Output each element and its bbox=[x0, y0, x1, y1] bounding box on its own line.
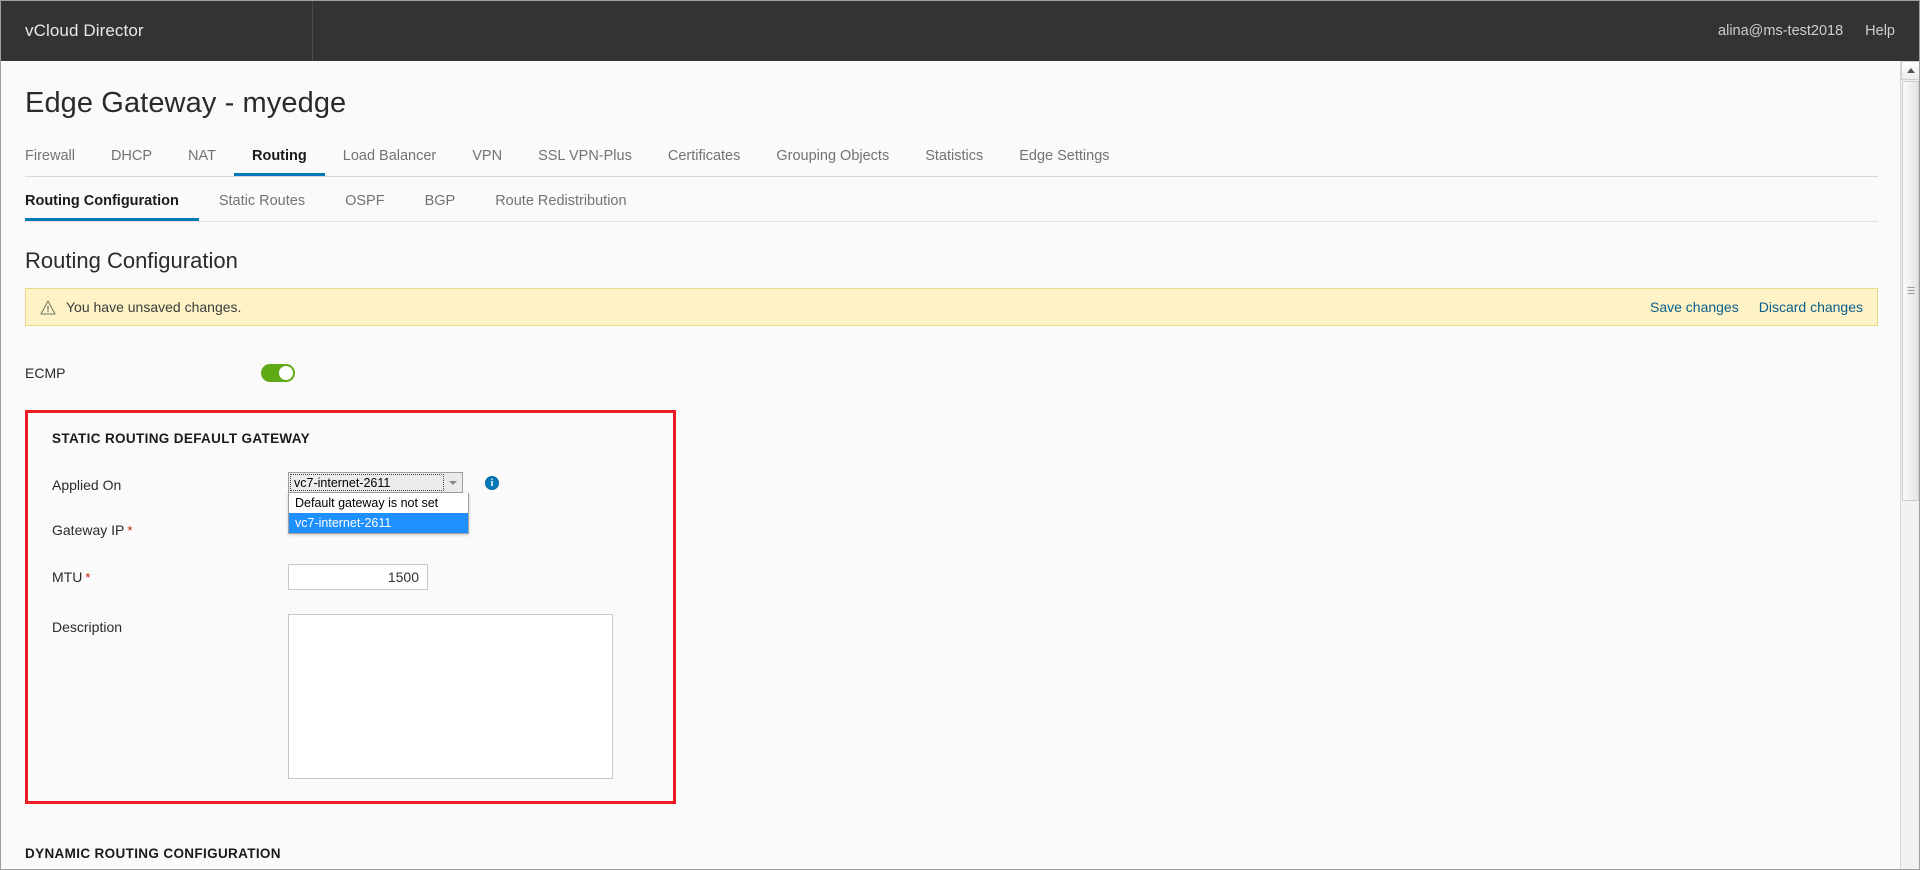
subtab-routing-configuration[interactable]: Routing Configuration bbox=[25, 185, 199, 221]
alert-actions: Save changes Discard changes bbox=[1650, 299, 1863, 315]
applied-on-row: Applied On vc7-internet-2611 Default gat… bbox=[52, 472, 673, 534]
info-circle-icon[interactable]: i bbox=[485, 476, 499, 490]
tab-routing[interactable]: Routing bbox=[233, 140, 325, 176]
subtab-ospf[interactable]: OSPF bbox=[325, 185, 404, 221]
alert-message: You have unsaved changes. bbox=[66, 299, 242, 315]
dropdown-option-default-not-set[interactable]: Default gateway is not set bbox=[289, 493, 468, 513]
dynamic-routing-heading: DYNAMIC ROUTING CONFIGURATION bbox=[25, 846, 281, 861]
tab-dhcp[interactable]: DHCP bbox=[93, 140, 170, 176]
static-gateway-heading: STATIC ROUTING DEFAULT GATEWAY bbox=[52, 431, 310, 446]
ecmp-label: ECMP bbox=[25, 365, 66, 381]
scrollbar-thumb[interactable] bbox=[1902, 81, 1919, 501]
help-link[interactable]: Help bbox=[1865, 23, 1895, 39]
app-header: vCloud Director alina@ms-test2018 Help bbox=[1, 1, 1919, 61]
tab-nat[interactable]: NAT bbox=[170, 140, 234, 176]
required-asterisk: * bbox=[127, 523, 133, 538]
browser-window: vCloud Director alina@ms-test2018 Help E… bbox=[0, 0, 1920, 870]
save-changes-link[interactable]: Save changes bbox=[1650, 299, 1739, 315]
applied-on-dropdown-list: Default gateway is not set vc7-internet-… bbox=[288, 493, 469, 534]
unsaved-changes-alert: You have unsaved changes. Save changes D… bbox=[25, 288, 1878, 326]
subtab-bgp[interactable]: BGP bbox=[405, 185, 476, 221]
dropdown-option-vc7-internet-2611[interactable]: vc7-internet-2611 bbox=[289, 513, 468, 533]
ecmp-toggle-knob bbox=[279, 366, 293, 380]
brand-cell: vCloud Director bbox=[1, 1, 313, 61]
user-account-label[interactable]: alina@ms-test2018 bbox=[1718, 23, 1843, 39]
primary-tab-bar: Firewall DHCP NAT Routing Load Balancer … bbox=[25, 140, 1878, 177]
subtab-route-redistribution[interactable]: Route Redistribution bbox=[475, 185, 646, 221]
tab-grouping-objects[interactable]: Grouping Objects bbox=[758, 140, 907, 176]
secondary-tab-bar: Routing Configuration Static Routes OSPF… bbox=[25, 185, 1878, 222]
page-content: Edge Gateway - myedge Firewall DHCP NAT … bbox=[1, 61, 1902, 869]
required-asterisk: * bbox=[85, 570, 91, 585]
description-textarea[interactable] bbox=[288, 614, 613, 779]
tab-load-balancer[interactable]: Load Balancer bbox=[325, 140, 455, 176]
applied-on-selected-value: vc7-internet-2611 bbox=[294, 475, 391, 490]
gateway-ip-label: Gateway IP * bbox=[52, 517, 288, 538]
mtu-label: MTU * bbox=[52, 564, 288, 585]
tab-vpn[interactable]: VPN bbox=[454, 140, 520, 176]
scroll-up-arrow-icon bbox=[1906, 68, 1915, 73]
applied-on-label: Applied On bbox=[52, 477, 122, 493]
mtu-row: MTU * bbox=[52, 564, 673, 590]
app-title: vCloud Director bbox=[25, 21, 144, 40]
ecmp-row: ECMP bbox=[25, 358, 1878, 388]
tab-firewall[interactable]: Firewall bbox=[25, 140, 93, 176]
scrollbar-grip-icon bbox=[1907, 287, 1914, 295]
mtu-label-text: MTU bbox=[52, 569, 83, 585]
page-title: Edge Gateway - myedge bbox=[25, 87, 347, 119]
alert-message-group: You have unsaved changes. bbox=[40, 299, 241, 315]
ecmp-toggle[interactable] bbox=[261, 364, 295, 382]
section-heading: Routing Configuration bbox=[25, 248, 238, 273]
chevron-down-icon bbox=[449, 480, 457, 485]
warning-triangle-icon bbox=[40, 299, 56, 315]
tab-certificates[interactable]: Certificates bbox=[650, 140, 759, 176]
description-row: Description bbox=[52, 614, 673, 779]
cutoff-content bbox=[25, 863, 445, 869]
scroll-up-button[interactable] bbox=[1901, 61, 1919, 80]
discard-changes-link[interactable]: Discard changes bbox=[1759, 299, 1863, 315]
applied-on-select[interactable]: vc7-internet-2611 bbox=[288, 472, 463, 493]
static-routing-default-gateway-section: STATIC ROUTING DEFAULT GATEWAY Applied O… bbox=[25, 410, 676, 804]
vertical-scrollbar[interactable] bbox=[1900, 61, 1919, 869]
mtu-input[interactable] bbox=[288, 564, 428, 590]
tab-statistics[interactable]: Statistics bbox=[907, 140, 1001, 176]
description-label: Description bbox=[52, 619, 123, 635]
gateway-ip-label-text: Gateway IP bbox=[52, 522, 125, 538]
tab-ssl-vpn-plus[interactable]: SSL VPN-Plus bbox=[520, 140, 650, 176]
subtab-static-routes[interactable]: Static Routes bbox=[199, 185, 325, 221]
tab-edge-settings[interactable]: Edge Settings bbox=[1001, 140, 1127, 176]
header-right-actions: alina@ms-test2018 Help bbox=[1718, 23, 1919, 39]
